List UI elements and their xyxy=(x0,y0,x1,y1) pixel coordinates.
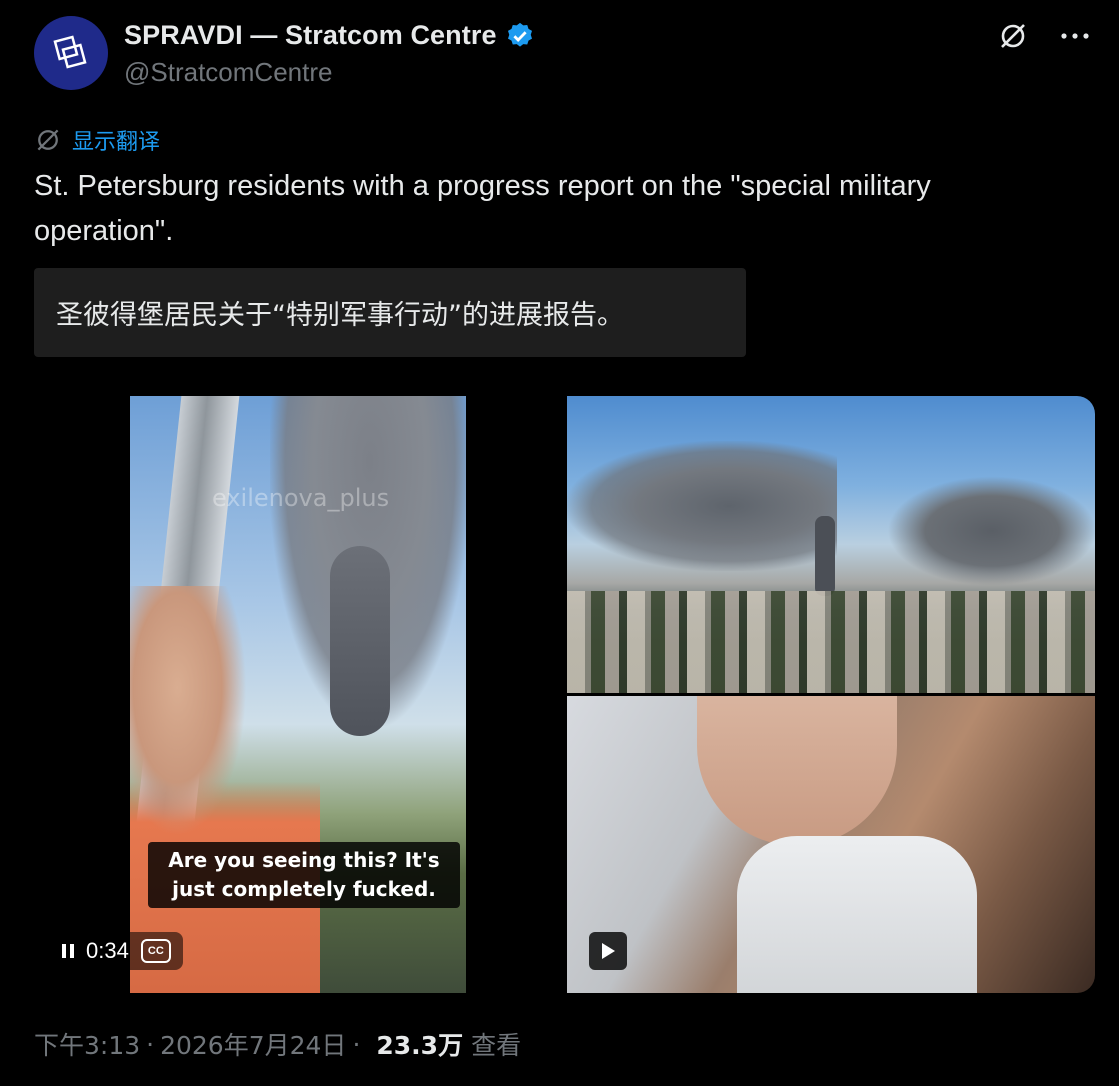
post-date[interactable]: 2026年7月24日 xyxy=(160,1026,346,1062)
stratcom-logo-icon xyxy=(53,35,87,69)
grok-translate-icon xyxy=(37,129,59,151)
smoke-pillar xyxy=(815,516,835,596)
video-watermark: exilenova_plus xyxy=(212,484,390,512)
media-grid: exilenova_plus Are you seeing this? It's… xyxy=(34,396,1095,993)
translation-text: 圣彼得堡居民关于“特别军事行动”的进展报告。 xyxy=(56,300,624,331)
tweet-footer: 下午3:13 · 2026年7月24日 · 23.3万 查看 xyxy=(34,1026,521,1062)
separator-dot: · xyxy=(146,1029,155,1059)
tweet-text: St. Petersburg residents with a progress… xyxy=(34,170,931,247)
show-translation-link[interactable]: 显示翻译 xyxy=(34,124,160,156)
play-icon[interactable] xyxy=(589,932,627,970)
captions-icon[interactable]: CC xyxy=(140,939,171,963)
views-label: 查看 xyxy=(471,1031,522,1060)
author-handle[interactable]: @StratcomCentre xyxy=(124,57,332,88)
hand-over-face-video[interactable] xyxy=(567,696,1095,993)
white-sleeve xyxy=(737,836,977,993)
more-icon[interactable] xyxy=(1057,18,1093,54)
pause-icon[interactable] xyxy=(62,944,74,958)
video-caption: Are you seeing this? It's just completel… xyxy=(148,842,460,908)
author-name[interactable]: SPRAVDI — Stratcom Centre xyxy=(124,20,497,51)
explosion-skyline-image[interactable] xyxy=(567,396,1095,693)
verified-badge-icon xyxy=(507,22,532,47)
cc-label: CC xyxy=(147,945,164,957)
smoke-cloud-right xyxy=(887,476,1095,586)
city-skyline xyxy=(567,591,1095,693)
tweet-header: SPRAVDI — Stratcom Centre @StratcomCentr… xyxy=(34,16,1099,96)
show-translation-label[interactable]: 显示翻译 xyxy=(72,124,160,156)
video-controls: 0:34 CC xyxy=(50,932,183,970)
smoke-cloud-left xyxy=(567,441,837,571)
post-time[interactable]: 下午3:13 xyxy=(34,1026,140,1062)
grok-icon[interactable] xyxy=(995,18,1031,54)
video-player[interactable]: exilenova_plus Are you seeing this? It's… xyxy=(34,396,566,993)
video-time: 0:34 xyxy=(86,938,129,963)
translation-box: 圣彼得堡居民关于“特别军事行动”的进展报告。 xyxy=(34,268,746,357)
separator-dot: · xyxy=(352,1029,361,1059)
avatar[interactable] xyxy=(34,16,108,90)
hand xyxy=(697,696,897,846)
view-count: 23.3万 xyxy=(376,1031,464,1060)
smoke-column xyxy=(330,546,390,736)
